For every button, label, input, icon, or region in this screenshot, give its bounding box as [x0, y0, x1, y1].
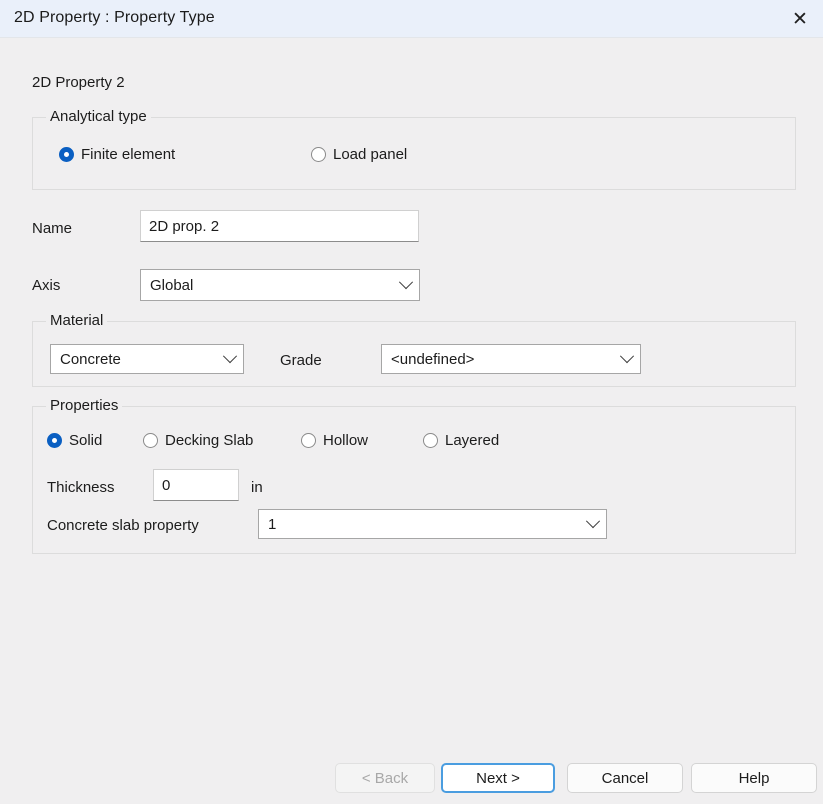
- name-input[interactable]: [140, 210, 419, 242]
- radio-load-panel[interactable]: Load panel: [311, 146, 407, 163]
- radio-decking-slab[interactable]: Decking Slab: [143, 432, 253, 449]
- dialog-body: 2D Property 2 Analytical type Finite ele…: [0, 38, 823, 804]
- material-type-value: Concrete: [60, 350, 121, 368]
- radio-decking-slab-label: Decking Slab: [165, 432, 254, 449]
- radio-layered[interactable]: Layered: [423, 432, 499, 449]
- radio-off-icon: [423, 433, 438, 448]
- radio-finite-element[interactable]: Finite element: [59, 146, 175, 163]
- cancel-button[interactable]: Cancel: [567, 763, 683, 793]
- next-button[interactable]: Next >: [441, 763, 555, 793]
- chevron-down-icon: [393, 275, 419, 290]
- radio-off-icon: [301, 433, 316, 448]
- radio-solid[interactable]: Solid: [47, 432, 102, 449]
- concrete-slab-property-value: 1: [268, 515, 277, 533]
- radio-hollow[interactable]: Hollow: [301, 432, 368, 449]
- material-group: Material Concrete Grade <undefined>: [32, 312, 796, 387]
- chevron-down-icon: [614, 349, 640, 364]
- axis-select-value: Global: [150, 276, 194, 294]
- material-grade-select[interactable]: <undefined>: [381, 344, 641, 374]
- radio-off-icon: [143, 433, 158, 448]
- page-title: 2D Property 2: [32, 74, 125, 91]
- radio-solid-label: Solid: [69, 432, 103, 449]
- axis-select[interactable]: Global: [140, 269, 420, 301]
- window-title: 2D Property : Property Type: [14, 9, 215, 26]
- chevron-down-icon: [580, 514, 606, 529]
- analytical-type-group: Analytical type Finite element Load pane…: [32, 108, 796, 190]
- grade-label: Grade: [280, 352, 322, 369]
- concrete-slab-property-label: Concrete slab property: [47, 517, 199, 534]
- axis-label: Axis: [32, 277, 61, 294]
- thickness-input[interactable]: [153, 469, 239, 501]
- properties-group: Properties Solid Decking Slab Hollow Lay…: [32, 397, 796, 554]
- radio-off-icon: [311, 147, 326, 162]
- chevron-down-icon: [217, 349, 243, 364]
- properties-legend: Properties: [46, 397, 123, 414]
- back-button[interactable]: < Back: [335, 763, 435, 793]
- thickness-unit-label: in: [251, 479, 263, 496]
- radio-finite-element-label: Finite element: [81, 146, 176, 163]
- material-type-select[interactable]: Concrete: [50, 344, 244, 374]
- help-button[interactable]: Help: [691, 763, 817, 793]
- radio-load-panel-label: Load panel: [333, 146, 408, 163]
- name-label: Name: [32, 220, 73, 237]
- radio-on-icon: [59, 147, 74, 162]
- radio-layered-label: Layered: [445, 432, 500, 449]
- thickness-label: Thickness: [47, 479, 115, 496]
- material-legend: Material: [46, 312, 108, 329]
- close-icon[interactable]: ✕: [777, 0, 823, 38]
- window-titlebar: 2D Property : Property Type ✕: [0, 0, 823, 38]
- analytical-type-legend: Analytical type: [46, 108, 151, 125]
- radio-on-icon: [47, 433, 62, 448]
- radio-hollow-label: Hollow: [323, 432, 369, 449]
- concrete-slab-property-select[interactable]: 1: [258, 509, 607, 539]
- material-grade-value: <undefined>: [391, 350, 475, 368]
